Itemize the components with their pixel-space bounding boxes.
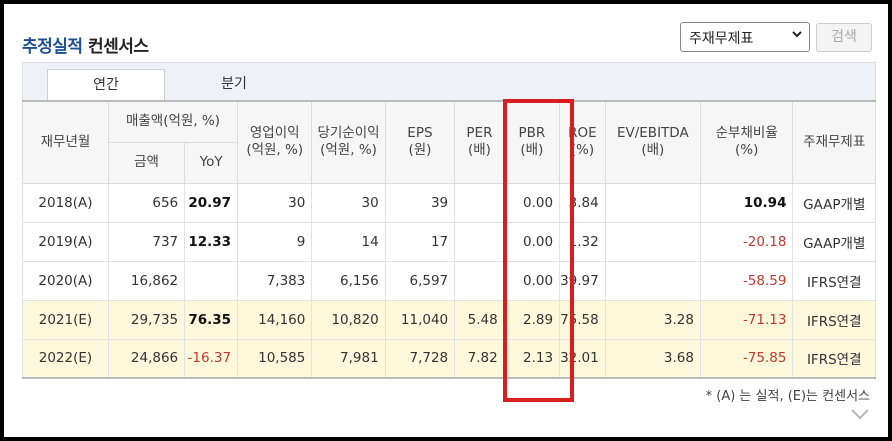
table-row: 2020(A) 16,862 7,383 6,156 6,597 0.00 39.97 -58… [22, 260, 876, 301]
cell-ev [604, 221, 701, 262]
cell-op: 10,585 [237, 338, 313, 379]
table-row: 2018(A) 656 20.97 30 30 39 0.00 3.84 10.94 GAAP개별 [22, 182, 876, 223]
table-row: 2022(E) 24,866 -16.37 10,585 7,981 7,728 7.82 2… [22, 338, 876, 379]
cell-op: 9 [237, 221, 313, 262]
col-eps-header: EPS (원) [384, 100, 456, 184]
cell-amount: 656 [107, 182, 186, 223]
cell-net: 30 [311, 182, 386, 223]
cell-std: GAAP개별 [792, 182, 876, 223]
col-ev-ebitda-header: EV/EBITDA (배) [604, 100, 701, 184]
cell-yoy [184, 260, 239, 301]
cell-eps: 7,728 [384, 338, 456, 379]
cell-eps: 6,597 [384, 260, 456, 301]
cell-period: 2018(A) [22, 182, 109, 223]
cell-per: 5.48 [454, 299, 505, 340]
chevron-down-icon [791, 28, 803, 43]
cell-net: 14 [311, 221, 386, 262]
col-period-header: 재무년월 [22, 100, 109, 184]
cell-yoy: 76.35 [184, 299, 239, 340]
col-statement-header: 주재무제표 [792, 100, 876, 184]
statement-select[interactable]: 주재무제표 [680, 22, 810, 52]
table-row: 2021(E) 29,735 76.35 14,160 10,820 11,040 5.48… [22, 299, 876, 340]
consensus-table: 재무년월 매출액(억원, %) 영업이익 (억원, %) 당기순이익 (억원, %)… [22, 100, 876, 379]
cell-amount: 16,862 [107, 260, 186, 301]
title-main: 추정실적 [22, 37, 83, 57]
cell-net: 10,820 [311, 299, 386, 340]
cell-amount: 24,866 [107, 338, 186, 379]
cell-yoy: 20.97 [184, 182, 239, 223]
cell-std: GAAP개별 [792, 221, 876, 262]
col-net-income-header: 당기순이익 (억원, %) [311, 100, 386, 184]
cell-std: IFRS연결 [792, 260, 876, 301]
pbr-highlight-box [503, 99, 574, 402]
cell-yoy: -16.37 [184, 338, 239, 379]
consensus-panel: 추정실적 컨센서스 주재무제표 검색 연간 분기 재무년월 매출액(억원, %)… [4, 4, 888, 437]
table-row: 2019(A) 737 12.33 9 14 17 0.00 1.32 -20.18 GAAP개별 [22, 221, 876, 262]
panel-title: 추정실적 컨센서스 [22, 32, 149, 57]
cell-ev [604, 260, 701, 301]
cell-amount: 737 [107, 221, 186, 262]
cell-op: 14,160 [237, 299, 313, 340]
col-sales-header: 매출액(억원, %) [107, 100, 239, 143]
statement-select-value: 주재무제표 [689, 31, 754, 47]
cell-period: 2022(E) [22, 338, 109, 379]
period-tabs: 연간 분기 [22, 62, 876, 101]
cell-std: IFRS연결 [792, 338, 876, 379]
tab-annual[interactable]: 연간 [47, 69, 165, 101]
cell-per [454, 221, 505, 262]
cell-net: 7,981 [311, 338, 386, 379]
cell-per [454, 260, 505, 301]
cell-eps: 11,040 [384, 299, 456, 340]
cell-yoy: 12.33 [184, 221, 239, 262]
cell-ev: 3.68 [604, 338, 701, 379]
cell-debt: -75.85 [699, 338, 794, 379]
cell-std: IFRS연결 [792, 299, 876, 340]
cell-debt: 10.94 [699, 182, 794, 223]
col-op-income-header: 영업이익 (억원, %) [237, 100, 313, 184]
title-sub: 컨센서스 [87, 37, 149, 57]
cell-amount: 29,735 [107, 299, 186, 340]
cell-debt: -20.18 [699, 221, 794, 262]
cell-op: 30 [237, 182, 313, 223]
cell-per: 7.82 [454, 338, 505, 379]
chevron-down-icon[interactable] [850, 406, 870, 420]
cell-period: 2021(E) [22, 299, 109, 340]
cell-per [454, 182, 505, 223]
cell-debt: -58.59 [699, 260, 794, 301]
tab-quarterly[interactable]: 분기 [175, 69, 293, 101]
cell-eps: 17 [384, 221, 456, 262]
col-net-debt-header: 순부채비율 (%) [699, 100, 794, 184]
col-per-header: PER (배) [454, 100, 505, 184]
col-amount-header: 금액 [107, 141, 186, 184]
cell-ev [604, 182, 701, 223]
cell-op: 7,383 [237, 260, 313, 301]
cell-eps: 39 [384, 182, 456, 223]
footnote: * (A) 는 실적, (E)는 컨센서스 [705, 389, 870, 404]
cell-period: 2020(A) [22, 260, 109, 301]
cell-period: 2019(A) [22, 221, 109, 262]
search-button[interactable]: 검색 [816, 23, 872, 52]
cell-debt: -71.13 [699, 299, 794, 340]
col-yoy-header: YoY [184, 141, 239, 184]
cell-net: 6,156 [311, 260, 386, 301]
cell-ev: 3.28 [604, 299, 701, 340]
